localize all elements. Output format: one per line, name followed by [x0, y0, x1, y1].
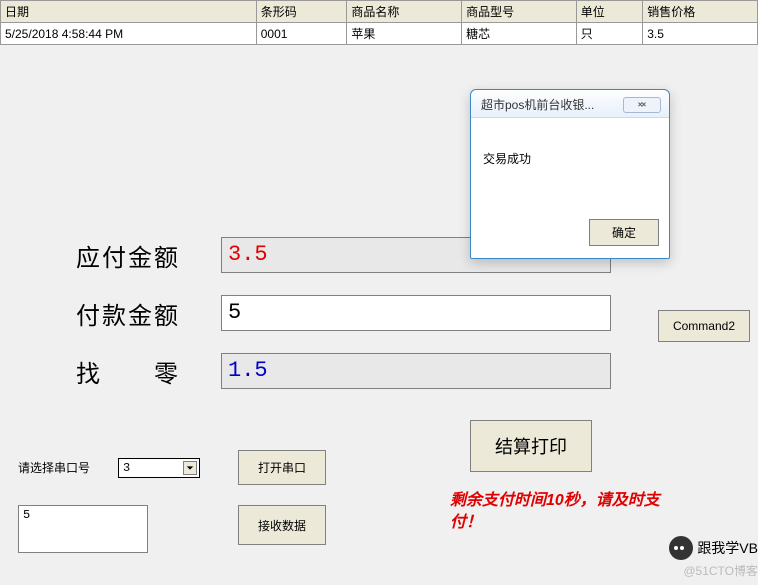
command2-button[interactable]: Command2 [658, 310, 750, 342]
cell-price: 3.5 [643, 23, 758, 45]
settle-print-button[interactable]: 结算打印 [470, 420, 592, 472]
watermark-brand: 跟我学VB [697, 538, 758, 558]
open-port-button[interactable]: 打开串口 [238, 450, 326, 485]
watermark-sub: @51CTO博客 [683, 562, 758, 579]
dialog-message: 交易成功 [471, 118, 669, 219]
col-price: 销售价格 [643, 1, 758, 23]
wechat-icon [669, 536, 693, 560]
col-name: 商品名称 [347, 1, 462, 23]
ok-button[interactable]: 确定 [589, 219, 659, 246]
chevron-down-icon [183, 461, 197, 475]
cell-barcode: 0001 [256, 23, 347, 45]
port-label: 请选择串口号 [18, 459, 90, 476]
col-unit: 单位 [576, 1, 642, 23]
col-date: 日期 [1, 1, 257, 23]
cell-unit: 只 [576, 23, 642, 45]
close-icon[interactable] [623, 97, 661, 113]
change-value: 1.5 [221, 353, 611, 389]
col-barcode: 条形码 [256, 1, 347, 23]
change-label: 找 零 [76, 354, 221, 389]
paid-label: 付款金额 [76, 296, 221, 331]
port-select[interactable]: 3 [118, 458, 200, 478]
cell-date: 5/25/2018 4:58:44 PM [1, 23, 257, 45]
port-selected: 3 [123, 461, 130, 475]
watermark: 跟我学VB @51CTO博客 [669, 536, 758, 579]
due-label: 应付金额 [76, 238, 221, 273]
message-dialog: 超市pos机前台收银... 交易成功 确定 [470, 89, 670, 259]
receive-text[interactable]: 5 [18, 505, 148, 553]
dialog-title: 超市pos机前台收银... [481, 96, 594, 113]
cell-model: 糖芯 [462, 23, 577, 45]
col-model: 商品型号 [462, 1, 577, 23]
paid-input[interactable]: 5 [221, 295, 611, 331]
countdown-text: 剩余支付时间10秒，请及时支付！ [450, 490, 670, 535]
data-table: 日期 条形码 商品名称 商品型号 单位 销售价格 5/25/2018 4:58:… [0, 0, 758, 45]
receive-data-button[interactable]: 接收数据 [238, 505, 326, 545]
cell-name: 苹果 [347, 23, 462, 45]
table-row[interactable]: 5/25/2018 4:58:44 PM 0001 苹果 糖芯 只 3.5 [1, 23, 758, 45]
